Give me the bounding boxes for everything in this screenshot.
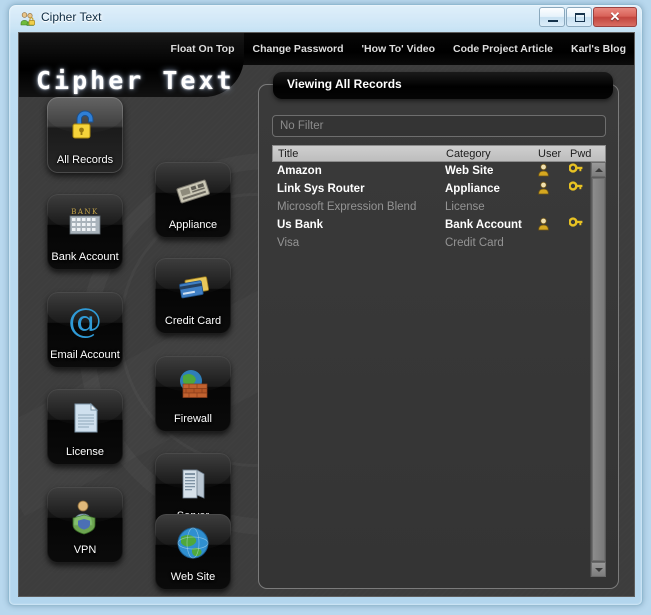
panel-title: Viewing All Records [287,77,402,91]
sidebar-item-label: Appliance [168,219,218,231]
top-navigation: Float On Top Change Password 'How To' Vi… [171,33,626,65]
cell-category: Appliance [445,183,500,195]
scroll-up-button[interactable] [591,162,606,177]
vpn-user-shield-icon [64,495,106,537]
firewall-brick-icon [172,364,214,406]
key-icon [569,163,583,173]
nav-link-float-on-top[interactable]: Float On Top [171,43,235,55]
sidebar-item-label: Email Account [50,349,120,361]
nav-link-code-project-article[interactable]: Code Project Article [453,43,553,55]
scroll-down-button[interactable] [591,562,606,577]
window-controls: ✕ [538,7,637,27]
cell-category: Bank Account [445,219,522,231]
maximize-button[interactable] [566,7,592,27]
sidebar-item-label: Bank Account [51,251,119,263]
vertical-scrollbar[interactable] [590,162,606,577]
user-icon [538,217,549,230]
close-button[interactable]: ✕ [593,7,637,27]
sidebar-item-credit-card[interactable]: Credit Card [155,258,231,334]
sidebar-item-bank-account[interactable]: BANK Bank Account [47,194,123,270]
nav-link-change-password[interactable]: Change Password [253,43,344,55]
close-icon: ✕ [609,9,621,24]
key-icon [569,217,583,227]
at-sign-icon: @ [64,300,106,342]
column-header-title[interactable]: Title [273,148,446,160]
sidebar-item-firewall[interactable]: Firewall [155,356,231,432]
table-row[interactable]: Microsoft Expression Blend License [272,198,606,216]
user-icon [538,181,549,194]
cell-category: Credit Card [445,237,504,249]
sidebar-item-appliance[interactable]: Appliance [155,162,231,238]
nav-link-how-to-video[interactable]: 'How To' Video [362,43,435,55]
cell-user[interactable] [537,163,569,180]
table-row[interactable]: Us Bank Bank Account [272,216,606,234]
application-window: Cipher Text ✕ Cipher Text Float On Top C… [8,4,643,606]
filter-input[interactable] [272,115,606,137]
window-title: Cipher Text [41,10,102,24]
sidebar-item-label: VPN [73,544,97,556]
table-row[interactable]: Visa Credit Card [272,234,606,252]
server-tower-icon [172,461,214,503]
cell-title: Amazon [277,165,322,177]
records-table: Title Category User Pwd Amazon Web Site [272,145,606,577]
column-header-category[interactable]: Category [446,148,538,160]
scroll-down-icon [594,567,603,572]
title-bar: Cipher Text ✕ [9,5,642,32]
table-row[interactable]: Amazon Web Site [272,162,606,180]
cell-category: Web Site [445,165,494,177]
table-body: Amazon Web Site Link Sys Router Applianc… [272,162,606,577]
table-header-row: Title Category User Pwd [272,145,606,162]
scrollbar-thumb[interactable] [592,178,605,561]
credit-card-icon [172,266,214,308]
records-panel: Viewing All Records Title Category User … [258,72,619,589]
sidebar-item-all-records[interactable]: All Records [47,97,123,173]
app-logo-text: Cipher Text [36,66,235,95]
table-row[interactable]: Link Sys Router Appliance [272,180,606,198]
unlocked-padlock-icon [64,105,106,147]
sidebar-item-label: Firewall [174,413,212,425]
maximize-icon [575,13,585,22]
nav-link-karls-blog[interactable]: Karl's Blog [571,43,626,55]
sidebar-item-license[interactable]: License [47,389,123,465]
panel-header-tab: Viewing All Records [273,72,613,99]
svg-text:BANK: BANK [71,208,99,216]
bank-building-icon: BANK [64,202,106,244]
key-icon [569,181,583,191]
circuit-board-icon [172,170,214,212]
column-header-pwd[interactable]: Pwd [570,148,604,160]
cell-title: Visa [277,237,300,249]
people-lock-icon [20,11,36,27]
cell-user[interactable] [537,217,569,234]
sidebar-item-label: All Records [56,154,114,166]
sidebar-item-email-account[interactable]: @ Email Account [47,292,123,368]
scroll-up-icon [594,167,603,172]
column-header-user[interactable]: User [538,148,570,160]
svg-text:@: @ [68,301,102,341]
sidebar-item-web-site[interactable]: Web Site [155,514,231,590]
sidebar-item-vpn[interactable]: VPN [47,487,123,563]
cell-title: Us Bank [277,219,324,231]
globe-icon [172,522,214,564]
cell-title: Link Sys Router [277,183,365,195]
cell-title: Microsoft Expression Blend [277,201,417,213]
document-icon [64,397,106,439]
cell-category: License [445,201,485,213]
sidebar-item-label: Credit Card [164,315,222,327]
user-icon [538,163,549,176]
cell-user[interactable] [537,181,569,198]
sidebar-item-label: License [66,446,104,458]
minimize-icon [548,20,558,22]
minimize-button[interactable] [539,7,565,27]
sidebar-item-label: Web Site [170,571,216,583]
app-client-area: Cipher Text Float On Top Change Password… [18,32,635,597]
